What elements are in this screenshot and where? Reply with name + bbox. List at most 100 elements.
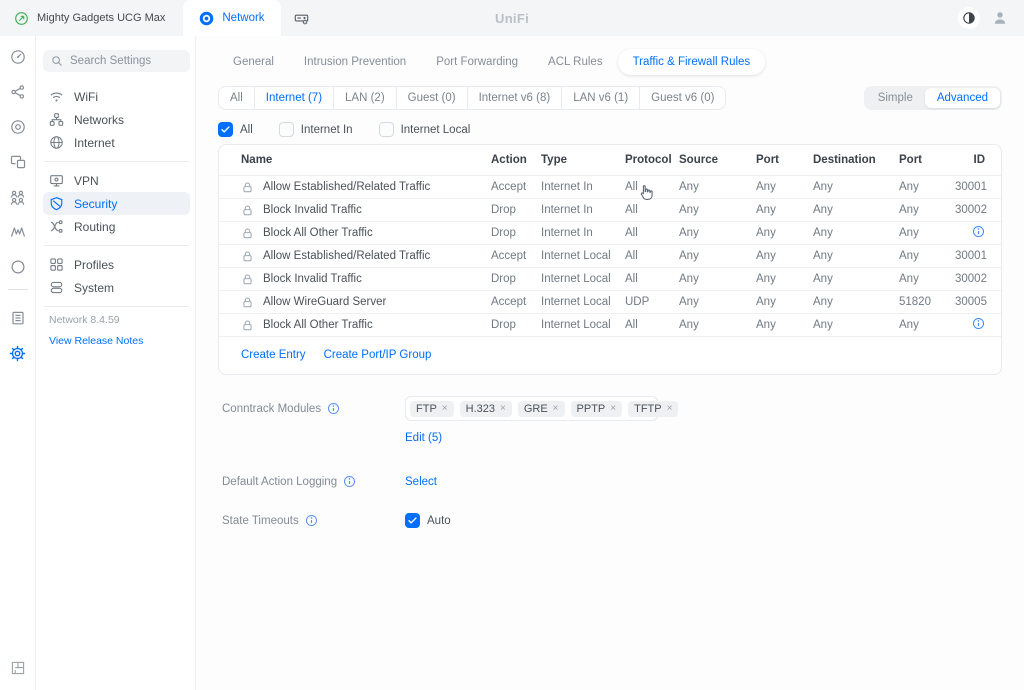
- info-icon[interactable]: [305, 514, 318, 527]
- remove-tag-icon[interactable]: ×: [610, 403, 616, 414]
- remove-tag-icon[interactable]: ×: [442, 403, 448, 414]
- sidebar-item-profiles[interactable]: Profiles: [43, 253, 190, 276]
- segment-internet-v6[interactable]: Internet v6 (8): [468, 87, 563, 109]
- tag-pptp: PPTP×: [571, 401, 623, 417]
- segment-all[interactable]: All: [219, 87, 255, 109]
- release-notes-link[interactable]: View Release Notes: [43, 335, 190, 347]
- checkbox-auto[interactable]: Auto: [405, 513, 451, 528]
- simple-advanced-toggle: Simple Advanced: [864, 86, 1002, 110]
- search-settings-input[interactable]: Search Settings: [43, 50, 190, 72]
- console-device-button[interactable]: [281, 0, 322, 36]
- account-button[interactable]: [992, 10, 1008, 26]
- segment-lan[interactable]: LAN (2): [334, 87, 397, 109]
- segment-internet[interactable]: Internet (7): [255, 87, 334, 109]
- network-app-label: Network: [222, 12, 264, 24]
- sidebar-divider: [44, 306, 189, 307]
- icon-rail: [0, 36, 36, 690]
- globe-icon: [49, 135, 64, 150]
- theme-toggle-button[interactable]: [958, 7, 980, 29]
- radios-icon: [10, 119, 26, 135]
- edit-modules-link[interactable]: Edit (5): [405, 432, 442, 444]
- sidebar-item-label: Internet: [74, 136, 115, 150]
- topology-icon: [10, 84, 26, 100]
- top-bar: Mighty Gadgets UCG Max Network UniFi: [0, 0, 1024, 36]
- segment-guest-v6[interactable]: Guest v6 (0): [640, 87, 725, 109]
- checkbox-internet-in[interactable]: Internet In: [279, 122, 353, 137]
- tab-intrusion-prevention[interactable]: Intrusion Prevention: [289, 49, 421, 75]
- type-filter-row: All Internet In Internet Local: [218, 122, 1002, 137]
- rail-topology-button[interactable]: [8, 82, 28, 102]
- sidebar-divider: [44, 245, 189, 246]
- sidebar-item-security[interactable]: Security: [43, 192, 190, 215]
- table-row[interactable]: Block Invalid Traffic Drop Internet In A…: [219, 198, 1001, 221]
- info-icon[interactable]: [972, 225, 985, 238]
- lock-icon: [241, 227, 254, 240]
- sidebar-item-system[interactable]: System: [43, 276, 190, 299]
- checkbox-label: Internet In: [301, 124, 353, 136]
- tab-network-app[interactable]: Network: [183, 0, 280, 36]
- remove-tag-icon[interactable]: ×: [500, 403, 506, 414]
- routing-icon: [49, 219, 64, 234]
- mode-advanced[interactable]: Advanced: [925, 88, 1000, 108]
- default-action-logging-label: Default Action Logging: [222, 476, 337, 488]
- remove-tag-icon[interactable]: ×: [553, 403, 559, 414]
- tab-acl-rules[interactable]: ACL Rules: [533, 49, 618, 75]
- rail-settings-button[interactable]: [8, 343, 28, 363]
- info-icon[interactable]: [343, 475, 356, 488]
- col-protocol: Protocol: [625, 154, 679, 166]
- rail-ring-button[interactable]: [8, 257, 28, 277]
- search-icon: [51, 55, 63, 67]
- checkbox-unchecked-icon: [379, 122, 394, 137]
- rail-logs-button[interactable]: [8, 308, 28, 328]
- table-row[interactable]: Allow Established/Related Traffic Accept…: [219, 244, 1001, 267]
- tag-tftp: TFTP×: [628, 401, 678, 417]
- rail-insights-button[interactable]: [8, 222, 28, 242]
- insights-icon: [10, 224, 26, 240]
- tag-h323: H.323×: [460, 401, 512, 417]
- conntrack-modules-input[interactable]: FTP× H.323× GRE× PPTP× TFTP×: [405, 396, 658, 421]
- segment-guest[interactable]: Guest (0): [397, 87, 468, 109]
- dashboard-icon: [10, 49, 26, 65]
- sidebar-item-wifi[interactable]: WiFi: [43, 85, 190, 108]
- rail-clients-button[interactable]: [8, 187, 28, 207]
- console-status-icon: [14, 11, 29, 26]
- table-row[interactable]: Block All Other Traffic Drop Internet Lo…: [219, 313, 1001, 336]
- shield-icon: [49, 196, 64, 211]
- checkbox-all[interactable]: All: [218, 122, 253, 137]
- sidebar-item-label: Routing: [74, 220, 115, 234]
- col-source: Source: [679, 154, 756, 166]
- mode-simple[interactable]: Simple: [866, 88, 925, 108]
- checkbox-checked-icon: [405, 513, 420, 528]
- select-logging-link[interactable]: Select: [405, 476, 437, 488]
- create-entry-link[interactable]: Create Entry: [241, 349, 306, 361]
- rail-devices-button[interactable]: [8, 152, 28, 172]
- search-placeholder: Search Settings: [70, 55, 151, 67]
- sidebar-item-internet[interactable]: Internet: [43, 131, 190, 154]
- lock-icon: [241, 296, 254, 309]
- create-port-ip-group-link[interactable]: Create Port/IP Group: [324, 349, 432, 361]
- remove-tag-icon[interactable]: ×: [667, 403, 673, 414]
- info-icon[interactable]: [327, 402, 340, 415]
- rail-dashboard-button[interactable]: [8, 47, 28, 67]
- info-icon[interactable]: [972, 317, 985, 330]
- sidebar-item-label: Profiles: [74, 258, 114, 272]
- floorplan-icon: [10, 660, 26, 676]
- table-row[interactable]: Block Invalid Traffic Drop Internet Loca…: [219, 267, 1001, 290]
- checkbox-internet-local[interactable]: Internet Local: [379, 122, 471, 137]
- sidebar-item-routing[interactable]: Routing: [43, 215, 190, 238]
- conntrack-modules-label: Conntrack Modules: [222, 403, 321, 415]
- sidebar-item-vpn[interactable]: VPN: [43, 169, 190, 192]
- table-row[interactable]: Allow WireGuard Server Accept Internet L…: [219, 290, 1001, 313]
- sidebar-item-label: System: [74, 281, 114, 295]
- rail-floorplan-button[interactable]: [8, 658, 28, 678]
- table-row[interactable]: Allow Established/Related Traffic Accept…: [219, 175, 1001, 198]
- tab-general[interactable]: General: [218, 49, 289, 75]
- console-switcher[interactable]: Mighty Gadgets UCG Max: [0, 0, 183, 36]
- tab-port-forwarding[interactable]: Port Forwarding: [421, 49, 533, 75]
- col-id: ID: [955, 154, 985, 166]
- table-row[interactable]: Block All Other Traffic Drop Internet In…: [219, 221, 1001, 244]
- tab-traffic-firewall-rules[interactable]: Traffic & Firewall Rules: [618, 49, 766, 75]
- rail-radios-button[interactable]: [8, 117, 28, 137]
- segment-lan-v6[interactable]: LAN v6 (1): [562, 87, 640, 109]
- sidebar-item-networks[interactable]: Networks: [43, 108, 190, 131]
